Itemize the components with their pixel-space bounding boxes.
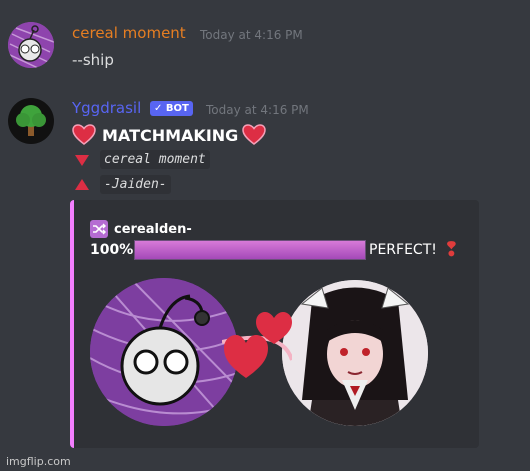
bot-avatar[interactable] bbox=[8, 98, 54, 144]
ship-line-1: cereal moment bbox=[74, 150, 210, 169]
shuffle-icon bbox=[90, 220, 108, 238]
user-image-left bbox=[90, 278, 238, 426]
username[interactable]: cereal moment bbox=[72, 24, 186, 42]
message-content: --ship bbox=[72, 51, 114, 69]
heart-icon bbox=[72, 124, 96, 145]
hearts-decoration bbox=[222, 312, 292, 378]
ship-line-2: -Jaiden- bbox=[74, 175, 171, 194]
ship-name-1: cereal moment bbox=[100, 150, 210, 169]
alien-doodle-avatar-icon bbox=[8, 22, 54, 68]
up-triangle-icon bbox=[75, 178, 89, 190]
matchmaking-title: MATCHMAKING bbox=[72, 124, 267, 146]
embed-author-name: cerealden- bbox=[114, 221, 192, 237]
match-progress-fill bbox=[135, 241, 365, 259]
down-triangle-icon bbox=[75, 154, 89, 166]
user-image-right bbox=[282, 280, 428, 426]
title-text: MATCHMAKING bbox=[102, 125, 239, 145]
watermark: imgflip.com bbox=[6, 455, 71, 468]
alien-doodle-image bbox=[90, 278, 238, 426]
embed-author: cerealden- bbox=[90, 220, 192, 238]
match-embed: cerealden- 100% PERFECT! ❢ bbox=[70, 200, 479, 448]
timestamp: Today at 4:16 PM bbox=[200, 28, 303, 42]
match-result: PERFECT! bbox=[369, 242, 437, 258]
bot-tag: ✓ BOT bbox=[150, 101, 193, 116]
user-avatar[interactable] bbox=[8, 22, 54, 68]
heart-icon bbox=[242, 124, 267, 145]
embed-accent-bar bbox=[70, 200, 74, 448]
message-cereal-moment: cereal moment Today at 4:16 PM --ship bbox=[0, 0, 530, 80]
exclamation-icon: ❢ bbox=[443, 237, 460, 261]
match-progress-bar bbox=[134, 240, 366, 260]
bot-username[interactable]: Yggdrasil bbox=[72, 99, 141, 117]
anime-character-image bbox=[282, 280, 428, 426]
timestamp: Today at 4:16 PM bbox=[206, 103, 309, 117]
ship-name-2: -Jaiden- bbox=[100, 175, 171, 194]
tree-avatar-icon bbox=[8, 98, 54, 144]
match-percent: 100% bbox=[90, 242, 134, 258]
